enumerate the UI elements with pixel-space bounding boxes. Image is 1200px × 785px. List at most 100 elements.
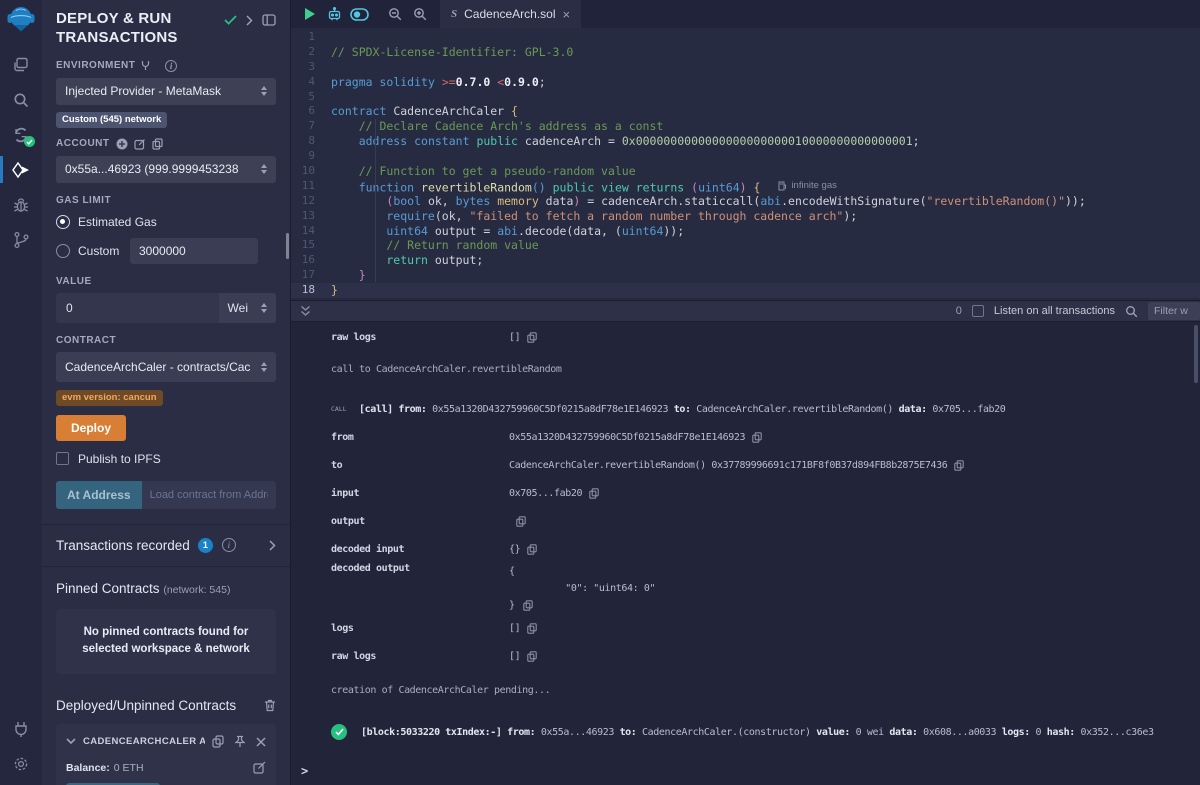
expand-transactions-icon[interactable] <box>269 540 276 551</box>
code-line[interactable]: 15 // Return random value <box>291 238 1200 253</box>
copy-account-icon[interactable] <box>152 138 163 150</box>
account-select[interactable]: 0x55a...46923 (999.9999453238 <box>56 156 276 183</box>
at-address-input[interactable] <box>142 481 276 509</box>
search-icon[interactable] <box>0 82 42 117</box>
code-line[interactable]: 7 // Declare Cadence Arch's address as a… <box>291 119 1200 134</box>
success-check-icon <box>331 724 347 740</box>
environment-select[interactable]: Injected Provider - MetaMask <box>56 78 276 105</box>
radio-selected-icon <box>56 215 70 229</box>
code-line[interactable]: 2// SPDX-License-Identifier: GPL-3.0 <box>291 45 1200 60</box>
terminal-call-row[interactable]: call[call] from: 0x55a1320D432759960C5Df… <box>291 395 1200 423</box>
code-line[interactable]: 8 address constant public cadenceArch = … <box>291 134 1200 149</box>
at-address-button[interactable]: At Address <box>56 481 142 509</box>
run-script-icon[interactable] <box>297 0 322 28</box>
code-line[interactable]: 11 function revertibleRandom() public vi… <box>291 179 1200 194</box>
terminal-block-row[interactable]: [block:5033220 txIndex:-] from: 0x55a...… <box>291 718 1200 746</box>
value-input[interactable]: 0 <box>56 301 219 315</box>
contract-select[interactable]: CadenceArchCaler - contracts/Cac <box>56 352 276 382</box>
code-line[interactable]: 4pragma solidity >=0.7.0 <0.9.0; <box>291 75 1200 90</box>
line-number: 3 <box>291 60 331 75</box>
clear-deployed-icon[interactable] <box>264 699 276 712</box>
copy-icon[interactable] <box>589 488 599 499</box>
code-editor[interactable]: 12// SPDX-License-Identifier: GPL-3.034p… <box>291 28 1200 300</box>
terminal-search-icon[interactable] <box>1125 305 1138 318</box>
terminal-prompt[interactable]: > <box>301 764 308 778</box>
transactions-info-icon[interactable]: i <box>222 538 236 552</box>
panel-scrollbar[interactable] <box>286 233 289 259</box>
file-explorer-icon[interactable] <box>0 47 42 82</box>
line-number: 11 <box>291 179 331 194</box>
code-line[interactable]: 10 // Function to get a pseudo-random va… <box>291 164 1200 179</box>
deploy-button[interactable]: Deploy <box>56 415 126 441</box>
custom-gas-input[interactable] <box>130 238 258 264</box>
estimated-gas-radio[interactable]: Estimated Gas <box>56 215 276 229</box>
code-line[interactable]: 13 require(ok, "failed to fetch a random… <box>291 209 1200 224</box>
copy-icon[interactable] <box>516 516 526 527</box>
edit-account-icon[interactable] <box>134 138 146 150</box>
deployed-contract-name: CADENCEARCHCALER AT 0X <box>83 736 205 747</box>
copy-icon[interactable] <box>527 651 537 662</box>
remove-contract-icon[interactable] <box>256 737 266 747</box>
code-line[interactable]: 18} <box>291 283 1200 298</box>
tab-label: CadenceArch.sol <box>464 7 555 21</box>
terminal[interactable]: raw logs[]call to CadenceArchCaler.rever… <box>291 323 1200 785</box>
listen-checkbox[interactable] <box>972 305 984 317</box>
collapse-terminal-icon[interactable] <box>300 305 311 317</box>
custom-gas-radio[interactable]: Custom <box>56 238 276 264</box>
edit-balance-icon[interactable] <box>253 761 266 774</box>
terminal-filter-input[interactable] <box>1148 302 1200 320</box>
code-line[interactable]: 12 (bool ok, bytes memory data) = cadenc… <box>291 194 1200 209</box>
collapse-contract-icon[interactable] <box>66 738 76 745</box>
panel-chevron-icon[interactable] <box>246 15 253 26</box>
pin-panel-icon[interactable] <box>262 14 276 26</box>
pin-contract-icon[interactable] <box>234 735 246 748</box>
environment-info-icon[interactable]: i <box>165 60 177 72</box>
solidity-compiler-icon[interactable] <box>0 117 42 152</box>
zoom-in-icon[interactable] <box>407 0 432 28</box>
account-value: 0x55a...46923 (999.9999453238 <box>65 162 255 176</box>
copy-icon[interactable] <box>527 544 537 555</box>
code-line[interactable]: 6contract CadenceArchCaler { <box>291 104 1200 119</box>
copy-icon[interactable] <box>954 460 964 471</box>
code-text: contract CadenceArchCaler { <box>331 104 518 119</box>
zoom-out-icon[interactable] <box>382 0 407 28</box>
copy-address-icon[interactable] <box>212 735 224 748</box>
value-unit-select[interactable]: Wei <box>219 293 276 323</box>
copy-icon[interactable] <box>527 623 537 634</box>
transactions-recorded-row[interactable]: Transactions recorded 1 i <box>56 525 276 566</box>
copilot-toggle-icon[interactable] <box>347 0 372 28</box>
code-line[interactable]: 5 <box>291 90 1200 105</box>
publish-checkbox[interactable] <box>56 452 69 465</box>
copy-icon[interactable] <box>752 432 762 443</box>
line-number: 4 <box>291 75 331 90</box>
fork-icon[interactable] <box>141 60 150 71</box>
code-line[interactable]: 1 <box>291 30 1200 45</box>
code-line[interactable]: 17 } <box>291 268 1200 283</box>
terminal-row-value <box>509 516 526 527</box>
copy-icon[interactable] <box>527 332 537 343</box>
git-icon[interactable] <box>0 222 42 257</box>
tab-cadencearch-sol[interactable]: S CadenceArch.sol × <box>440 0 581 28</box>
code-line[interactable]: 14 uint64 output = abi.decode(data, (uin… <box>291 224 1200 239</box>
code-line[interactable]: 16 return output; <box>291 253 1200 268</box>
tab-close-icon[interactable]: × <box>563 8 571 21</box>
remix-logo[interactable] <box>7 5 35 33</box>
terminal-scrollbar[interactable] <box>1194 325 1198 383</box>
publish-ipfs-row[interactable]: Publish to IPFS <box>56 452 276 466</box>
code-line[interactable]: 9 <box>291 149 1200 164</box>
copy-icon[interactable] <box>523 600 533 611</box>
settings-gear-icon[interactable] <box>0 746 42 781</box>
plugin-manager-icon[interactable] <box>0 711 42 746</box>
line-number: 13 <box>291 209 331 224</box>
line-number: 8 <box>291 134 331 149</box>
terminal-row-label: from <box>331 432 509 443</box>
terminal-row-value: 0x705...fab20 <box>509 488 599 499</box>
terminal-kv-row: decoded output{ "0": "uint64: 0"} <box>291 563 1200 614</box>
add-account-icon[interactable] <box>116 138 128 150</box>
ai-assistant-icon[interactable] <box>322 0 347 28</box>
deploy-run-icon[interactable] <box>0 152 42 187</box>
debugger-icon[interactable] <box>0 187 42 222</box>
terminal-kv-row: raw logs[] <box>291 323 1200 351</box>
terminal-kv-row: raw logs[] <box>291 642 1200 670</box>
code-line[interactable]: 3 <box>291 60 1200 75</box>
